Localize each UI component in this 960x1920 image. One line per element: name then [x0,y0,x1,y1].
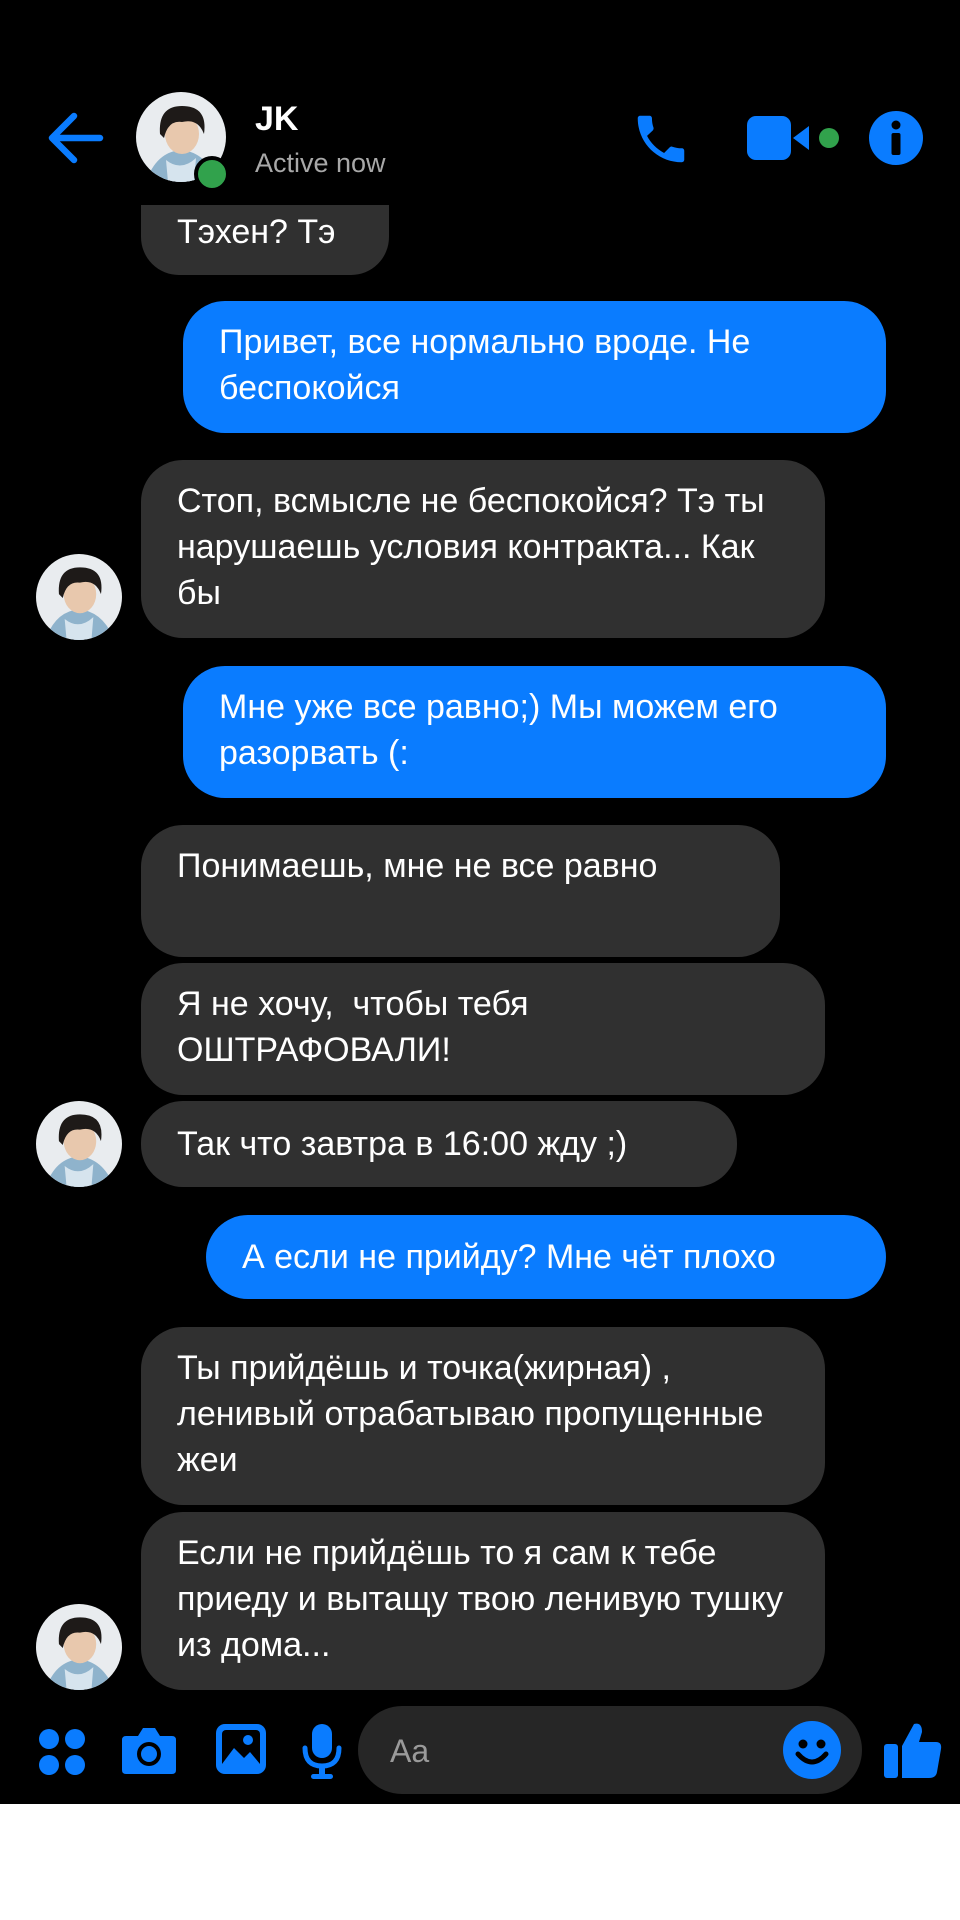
message-input-box[interactable] [358,1706,862,1796]
outgoing-message: Мне уже все равно;) Мы можем его разорва… [183,666,886,798]
incoming-message: Так что завтра в 16:00 жду ;) [141,1101,737,1187]
microphone-icon[interactable] [302,1722,342,1780]
gallery-icon[interactable] [214,1722,268,1776]
camera-icon[interactable] [120,1724,178,1776]
incoming-message: Тэхен? Тэ [141,205,389,275]
apps-icon[interactable] [38,1728,86,1776]
contact-avatar [36,1604,122,1690]
incoming-message: Ты прийдёшь и точка(жирная) , ленивый от… [141,1327,825,1505]
emoji-icon[interactable] [782,1720,842,1780]
outgoing-message: А если не прийду? Мне чёт плохо [206,1215,886,1299]
incoming-message: Понимаешь, мне не все равно [141,825,780,957]
video-call-icon[interactable] [745,112,845,164]
like-icon[interactable] [882,1718,944,1780]
chat-screen: JK Active now Тэхен? Тэ Привет, все норм… [0,0,960,1804]
contact-avatar [36,1101,122,1187]
contact-name[interactable]: JK [255,100,298,139]
active-status: Active now [255,148,386,178]
contact-avatar [36,554,122,640]
message-input[interactable] [388,1706,792,1796]
outgoing-message: Привет, все нормально вроде. Не беспокой… [183,301,886,433]
incoming-message: Я не хочу, чтобы тебя ОШТРАФОВАЛИ! [141,963,825,1095]
incoming-message: Стоп, всмысле не беспокойся? Тэ ты наруш… [141,460,825,638]
phone-call-icon[interactable] [630,108,692,170]
info-icon[interactable] [868,110,924,166]
online-status-dot [194,156,230,192]
incoming-message: Если не прийдёшь то я сам к тебе приеду … [141,1512,825,1690]
back-arrow-icon[interactable] [46,108,106,168]
